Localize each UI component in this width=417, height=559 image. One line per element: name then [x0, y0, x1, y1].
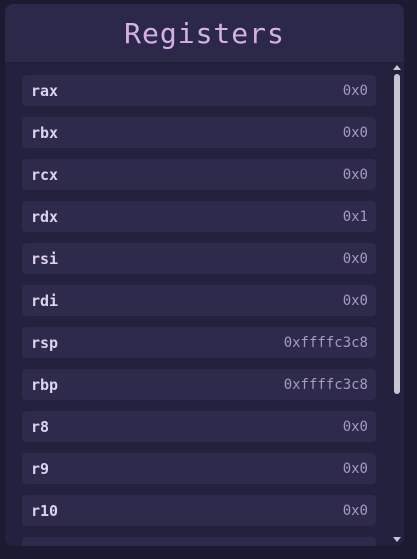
scroll-up-arrow-icon[interactable] — [393, 65, 401, 70]
vertical-scrollbar[interactable] — [392, 63, 402, 542]
register-value: 0x0 — [342, 502, 368, 519]
register-row-rsp[interactable]: rsp 0xffffc3c8 — [22, 327, 376, 358]
scrollbar-thumb[interactable] — [394, 74, 400, 394]
register-name: rdi — [31, 291, 59, 310]
register-row-rdx[interactable]: rdx 0x1 — [22, 201, 376, 232]
register-name: r8 — [31, 417, 50, 436]
register-list[interactable]: rax 0x0 rbx 0x0 rcx 0x0 rdx 0x1 rsi 0x0 … — [5, 63, 404, 546]
register-name: rbx — [31, 123, 59, 142]
register-row-rsi[interactable]: rsi 0x0 — [22, 243, 376, 274]
register-value: 0x0 — [342, 250, 368, 267]
register-value: 0x0 — [342, 460, 368, 477]
scroll-down-arrow-icon[interactable] — [393, 537, 401, 542]
register-name: rbp — [31, 375, 59, 394]
register-name: rcx — [31, 165, 59, 184]
register-value: 0x0 — [342, 292, 368, 309]
register-row-rax[interactable]: rax 0x0 — [22, 75, 376, 106]
register-value: 0x0 — [342, 82, 368, 99]
register-row-rbp[interactable]: rbp 0xffffc3c8 — [22, 369, 376, 400]
register-value: 0x0 — [342, 418, 368, 435]
register-value: 0xffffc3c8 — [283, 334, 368, 351]
register-row-rcx[interactable]: rcx 0x0 — [22, 159, 376, 190]
register-name: rdx — [31, 207, 59, 226]
register-row-rbx[interactable]: rbx 0x0 — [22, 117, 376, 148]
register-value: 0x1 — [342, 208, 368, 225]
panel-title: Registers — [124, 16, 285, 50]
register-name: rsi — [31, 249, 59, 268]
register-name: rsp — [31, 333, 59, 352]
registers-panel: Registers rax 0x0 rbx 0x0 rcx 0x0 rdx 0x… — [5, 4, 404, 546]
panel-header: Registers — [5, 4, 404, 63]
register-row-r9[interactable]: r9 0x0 — [22, 453, 376, 484]
register-value: 0xffffc3c8 — [283, 376, 368, 393]
register-row-rdi[interactable]: rdi 0x0 — [22, 285, 376, 316]
register-name: rax — [31, 81, 59, 100]
register-value: 0x0 — [342, 166, 368, 183]
register-row-r8[interactable]: r8 0x0 — [22, 411, 376, 442]
register-name: r10 — [31, 501, 59, 520]
register-row-partial[interactable] — [22, 537, 376, 546]
register-value: 0x0 — [342, 124, 368, 141]
register-name: r9 — [31, 459, 50, 478]
register-row-r10[interactable]: r10 0x0 — [22, 495, 376, 526]
